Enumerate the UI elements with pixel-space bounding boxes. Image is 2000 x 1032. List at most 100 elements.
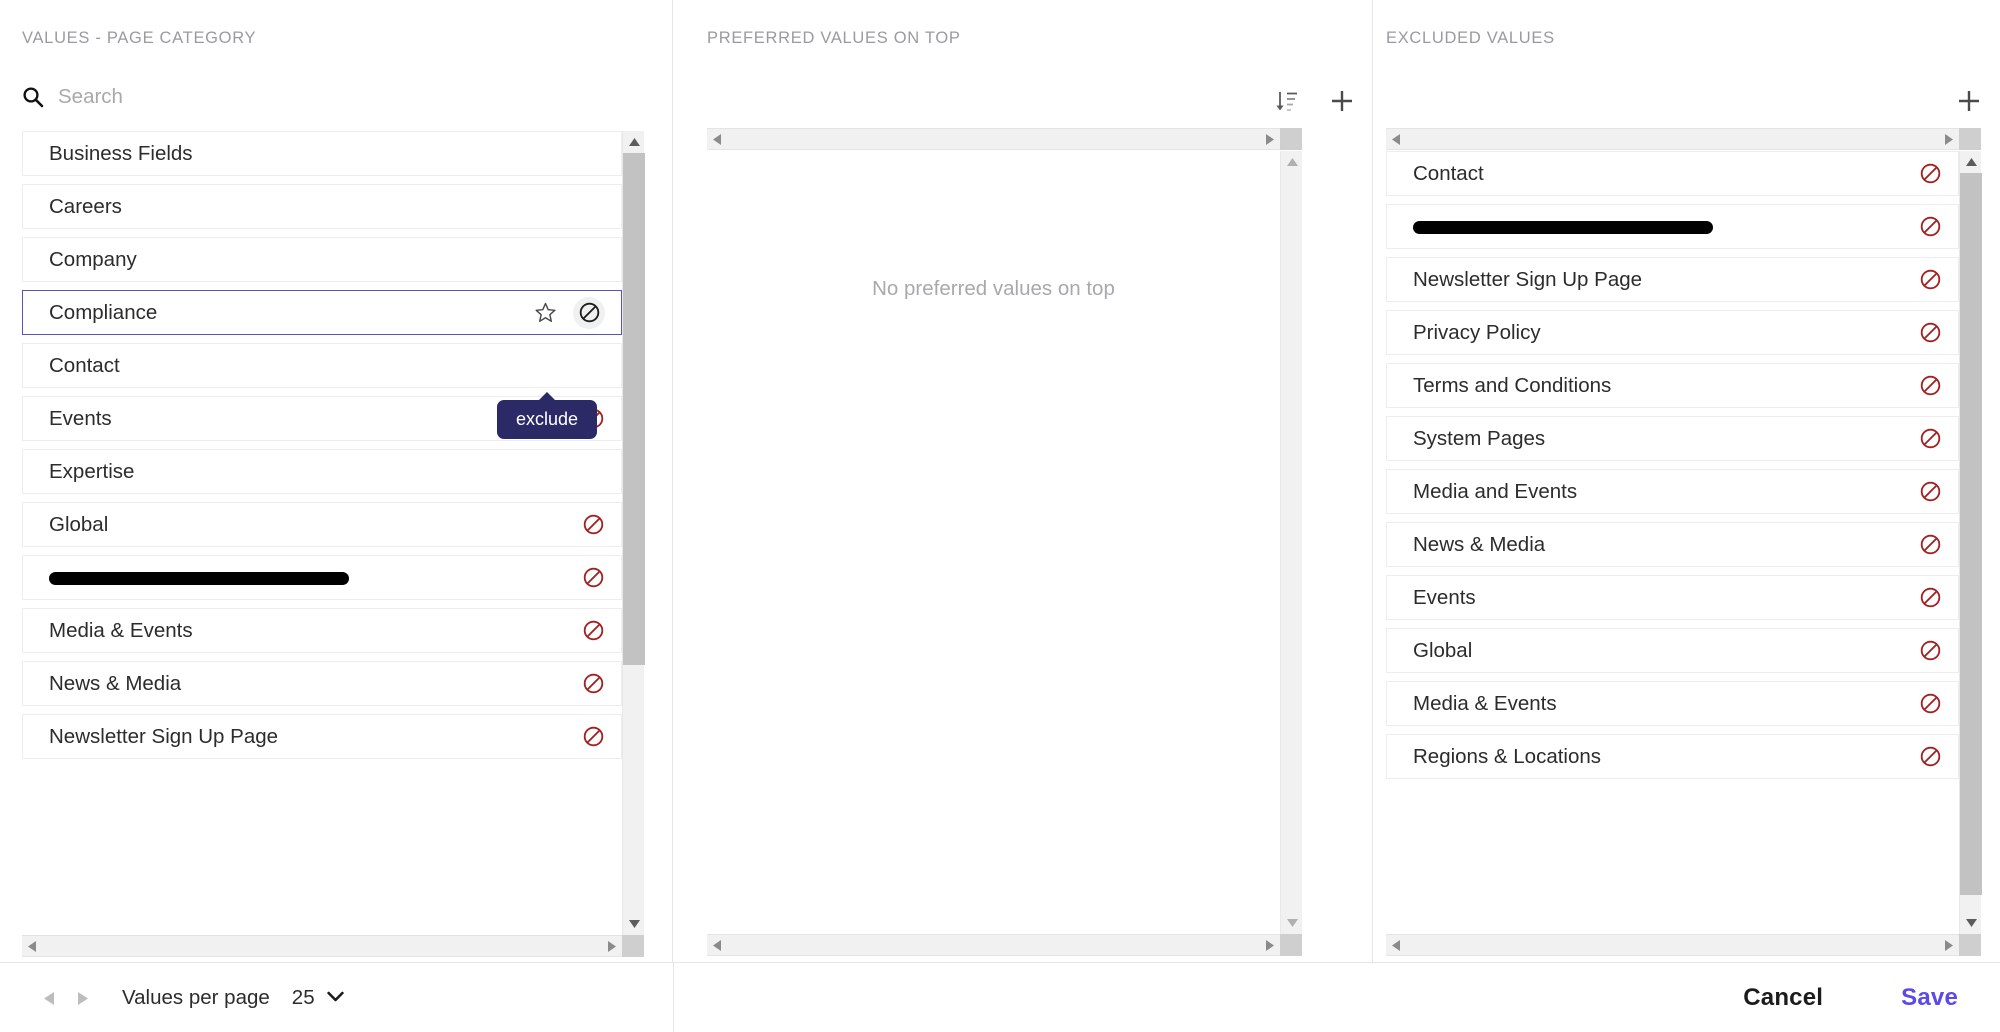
values-per-page-label: Values per page: [122, 986, 270, 1009]
exclude-icon[interactable]: [1919, 374, 1942, 397]
preferred-values-top-horizontal-scrollbar[interactable]: [707, 128, 1280, 150]
scroll-right-icon[interactable]: [1939, 133, 1959, 145]
exclude-icon[interactable]: [582, 725, 605, 748]
list-item[interactable]: Expertise: [22, 449, 622, 494]
scroll-down-icon[interactable]: [623, 913, 645, 935]
excluded-values-top-horizontal-scrollbar[interactable]: [1386, 128, 1959, 150]
list-item[interactable]: Global: [22, 502, 622, 547]
exclude-icon[interactable]: [1919, 745, 1942, 768]
list-item[interactable]: Company: [22, 237, 622, 282]
next-page-button[interactable]: [66, 981, 100, 1015]
list-item[interactable]: Newsletter Sign Up Page: [1386, 257, 1959, 302]
values-per-page-value: 25: [291, 986, 315, 1009]
preferred-values-empty-message: No preferred values on top: [872, 277, 1115, 300]
list-item-label: [1413, 215, 1919, 239]
list-item[interactable]: Events: [1386, 575, 1959, 620]
exclude-icon[interactable]: [1919, 639, 1942, 662]
exclude-icon[interactable]: [1919, 321, 1942, 344]
save-button[interactable]: Save: [1901, 984, 1958, 1012]
exclude-icon[interactable]: [582, 566, 605, 589]
values-per-page-select[interactable]: 25: [292, 986, 344, 1010]
exclude-icon[interactable]: [1919, 480, 1942, 503]
exclude-icon[interactable]: [1919, 427, 1942, 450]
exclude-icon[interactable]: [1919, 162, 1942, 185]
exclude-icon[interactable]: [582, 513, 605, 536]
list-item[interactable]: Newsletter Sign Up Page: [22, 714, 622, 759]
exclude-icon[interactable]: [582, 672, 605, 695]
scroll-up-icon[interactable]: [1281, 151, 1303, 173]
list-item[interactable]: News & Media: [22, 661, 622, 706]
scroll-up-icon[interactable]: [1960, 151, 1982, 173]
list-item[interactable]: Privacy Policy: [1386, 310, 1959, 355]
list-item-actions: [1919, 480, 1942, 503]
sort-icon[interactable]: [1275, 89, 1299, 113]
list-item[interactable]: Media & Events: [1386, 681, 1959, 726]
add-icon[interactable]: [1329, 88, 1355, 114]
scroll-right-icon[interactable]: [602, 940, 622, 952]
excluded-values-vertical-scrollbar[interactable]: [1959, 151, 1982, 934]
exclude-icon[interactable]: [1919, 692, 1942, 715]
exclude-icon[interactable]: [582, 619, 605, 642]
scrollbar-corner-bottom: [1280, 934, 1302, 956]
cancel-button[interactable]: Cancel: [1743, 984, 1823, 1012]
exclude-icon[interactable]: [1919, 268, 1942, 291]
list-item[interactable]: Regions & Locations: [1386, 734, 1959, 779]
add-icon[interactable]: [1956, 88, 1982, 114]
search-row: [22, 85, 478, 109]
scroll-left-icon[interactable]: [707, 133, 727, 145]
list-item[interactable]: Compliance: [22, 290, 622, 335]
list-item[interactable]: Media and Events: [1386, 469, 1959, 514]
scroll-up-icon[interactable]: [623, 131, 645, 153]
column-divider-right: [1372, 0, 1373, 962]
list-item[interactable]: Terms and Conditions: [1386, 363, 1959, 408]
exclude-icon[interactable]: [1919, 533, 1942, 556]
list-item[interactable]: Careers: [22, 184, 622, 229]
scroll-left-icon[interactable]: [22, 940, 42, 952]
column-divider-left: [672, 0, 673, 962]
values-list-vertical-scrollbar[interactable]: [622, 131, 645, 935]
list-item-actions: [1919, 268, 1942, 291]
list-item[interactable]: Contact: [1386, 151, 1959, 196]
previous-page-button[interactable]: [32, 981, 66, 1015]
search-input[interactable]: [58, 85, 478, 109]
scroll-right-icon[interactable]: [1939, 939, 1959, 951]
list-item-actions: [534, 296, 605, 329]
list-item[interactable]: Media & Events: [22, 608, 622, 653]
values-list-horizontal-scrollbar[interactable]: [22, 935, 622, 957]
scroll-right-icon[interactable]: [1260, 133, 1280, 145]
list-item[interactable]: Contact: [22, 343, 622, 388]
exclude-icon[interactable]: [1919, 215, 1942, 238]
list-item[interactable]: Business Fields: [22, 131, 622, 176]
scrollbar-thumb[interactable]: [623, 153, 645, 665]
scrollbar-thumb[interactable]: [1960, 173, 1982, 895]
list-item[interactable]: News & Media: [1386, 522, 1959, 567]
list-item-label: Media and Events: [1413, 479, 1578, 503]
exclude-icon[interactable]: [1919, 586, 1942, 609]
list-item-label: Careers: [49, 194, 122, 218]
scroll-left-icon[interactable]: [707, 939, 727, 951]
star-icon[interactable]: [534, 301, 557, 324]
scroll-right-icon[interactable]: [1260, 939, 1280, 951]
preferred-values-bottom-horizontal-scrollbar[interactable]: [707, 934, 1280, 956]
list-item-actions: [582, 672, 605, 695]
preferred-values-vertical-scrollbar[interactable]: [1280, 151, 1302, 934]
exclude-icon[interactable]: [573, 296, 605, 329]
list-item-label: Terms and Conditions: [1413, 373, 1612, 397]
list-item-actions: [1919, 427, 1942, 450]
list-item[interactable]: System Pages: [1386, 416, 1959, 461]
scroll-down-icon[interactable]: [1960, 912, 1982, 934]
scroll-left-icon[interactable]: [1386, 133, 1406, 145]
footer-bar: Values per page 25 Cancel Save: [0, 962, 2000, 1032]
list-item-actions: [1919, 162, 1942, 185]
list-item-actions: [1919, 745, 1942, 768]
search-icon: [22, 86, 44, 108]
list-item-actions: [1919, 321, 1942, 344]
footer-actions: Cancel Save: [1743, 963, 1958, 1032]
scrollbar-corner: [622, 935, 644, 957]
list-item[interactable]: [22, 555, 622, 600]
scroll-down-icon[interactable]: [1281, 912, 1303, 934]
excluded-values-bottom-horizontal-scrollbar[interactable]: [1386, 934, 1959, 956]
scroll-left-icon[interactable]: [1386, 939, 1406, 951]
list-item[interactable]: [1386, 204, 1959, 249]
list-item[interactable]: Global: [1386, 628, 1959, 673]
